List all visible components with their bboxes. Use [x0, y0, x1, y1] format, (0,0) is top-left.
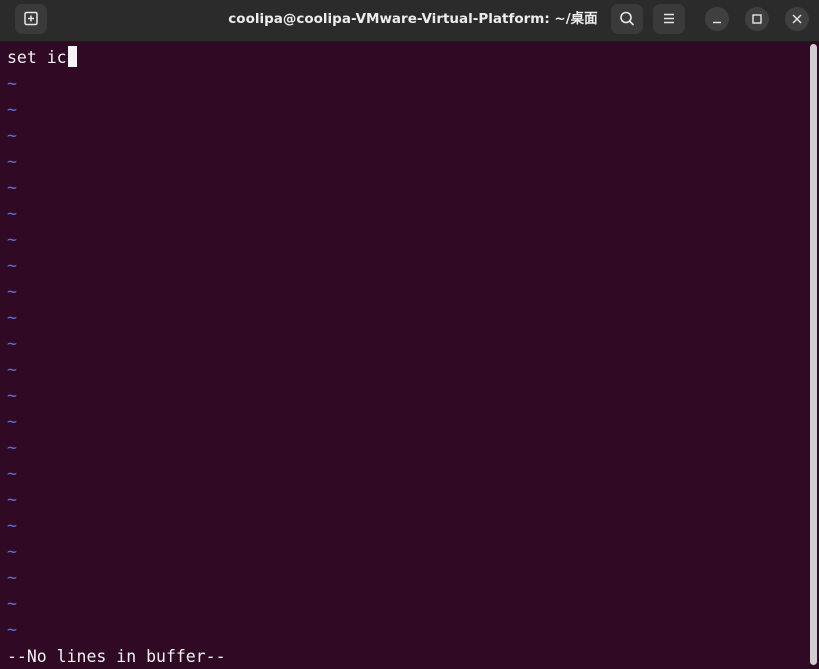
- empty-line-marker: ~: [7, 230, 17, 249]
- empty-line-marker: ~: [7, 386, 17, 405]
- hamburger-menu-icon: [664, 13, 674, 24]
- new-tab-button[interactable]: [15, 4, 47, 34]
- empty-line-marker: ~: [7, 178, 17, 197]
- close-icon: [792, 14, 802, 24]
- window-title: coolipa@coolipa-VMware-Virtual-Platform:…: [228, 11, 598, 27]
- empty-line-marker: ~: [7, 516, 17, 535]
- minimize-button[interactable]: [705, 7, 729, 31]
- empty-line-marker: ~: [7, 126, 17, 145]
- close-button[interactable]: [785, 7, 809, 31]
- new-tab-icon: [24, 11, 38, 26]
- maximize-button[interactable]: [745, 7, 769, 31]
- terminal-window: coolipa@coolipa-VMware-Virtual-Platform:…: [0, 0, 819, 669]
- empty-line-marker: ~: [7, 256, 17, 275]
- empty-line-marker: ~: [7, 360, 17, 379]
- empty-line-marker: ~: [7, 438, 17, 457]
- empty-line-marker: ~: [7, 204, 17, 223]
- empty-line-marker: ~: [7, 100, 17, 119]
- maximize-icon: [752, 14, 762, 24]
- empty-line-marker: ~: [7, 152, 17, 171]
- status-line: --No lines in buffer--: [7, 647, 226, 666]
- empty-line-marker: ~: [7, 464, 17, 483]
- empty-line-marker: ~: [7, 542, 17, 561]
- terminal-area[interactable]: set ic ~ ~ ~ ~ ~ ~ ~ ~ ~ ~ ~ ~ ~ ~ ~ ~ ~ ~ ~ ~ ~ ~ --No lines…: [0, 42, 808, 669]
- minimize-icon: [713, 21, 721, 24]
- scrollbar-thumb[interactable]: [810, 44, 817, 665]
- empty-line-marker: ~: [7, 74, 17, 93]
- scrollbar[interactable]: [808, 42, 819, 669]
- buffer-first-line: set ic: [7, 45, 77, 71]
- search-icon: [620, 11, 634, 26]
- empty-line-marker: ~: [7, 490, 17, 509]
- empty-line-marker: ~: [7, 594, 17, 613]
- empty-line-marker: ~: [7, 412, 17, 431]
- empty-line-marker: ~: [7, 308, 17, 327]
- empty-line-marker: ~: [7, 568, 17, 587]
- empty-line-marker: ~: [7, 620, 17, 639]
- typed-text: set ic: [7, 48, 67, 67]
- text-cursor: [67, 46, 77, 67]
- empty-line-marker: ~: [7, 334, 17, 353]
- title-bar: coolipa@coolipa-VMware-Virtual-Platform:…: [0, 0, 819, 42]
- menu-button[interactable]: [653, 4, 685, 34]
- empty-line-marker: ~: [7, 282, 17, 301]
- search-button[interactable]: [611, 4, 643, 34]
